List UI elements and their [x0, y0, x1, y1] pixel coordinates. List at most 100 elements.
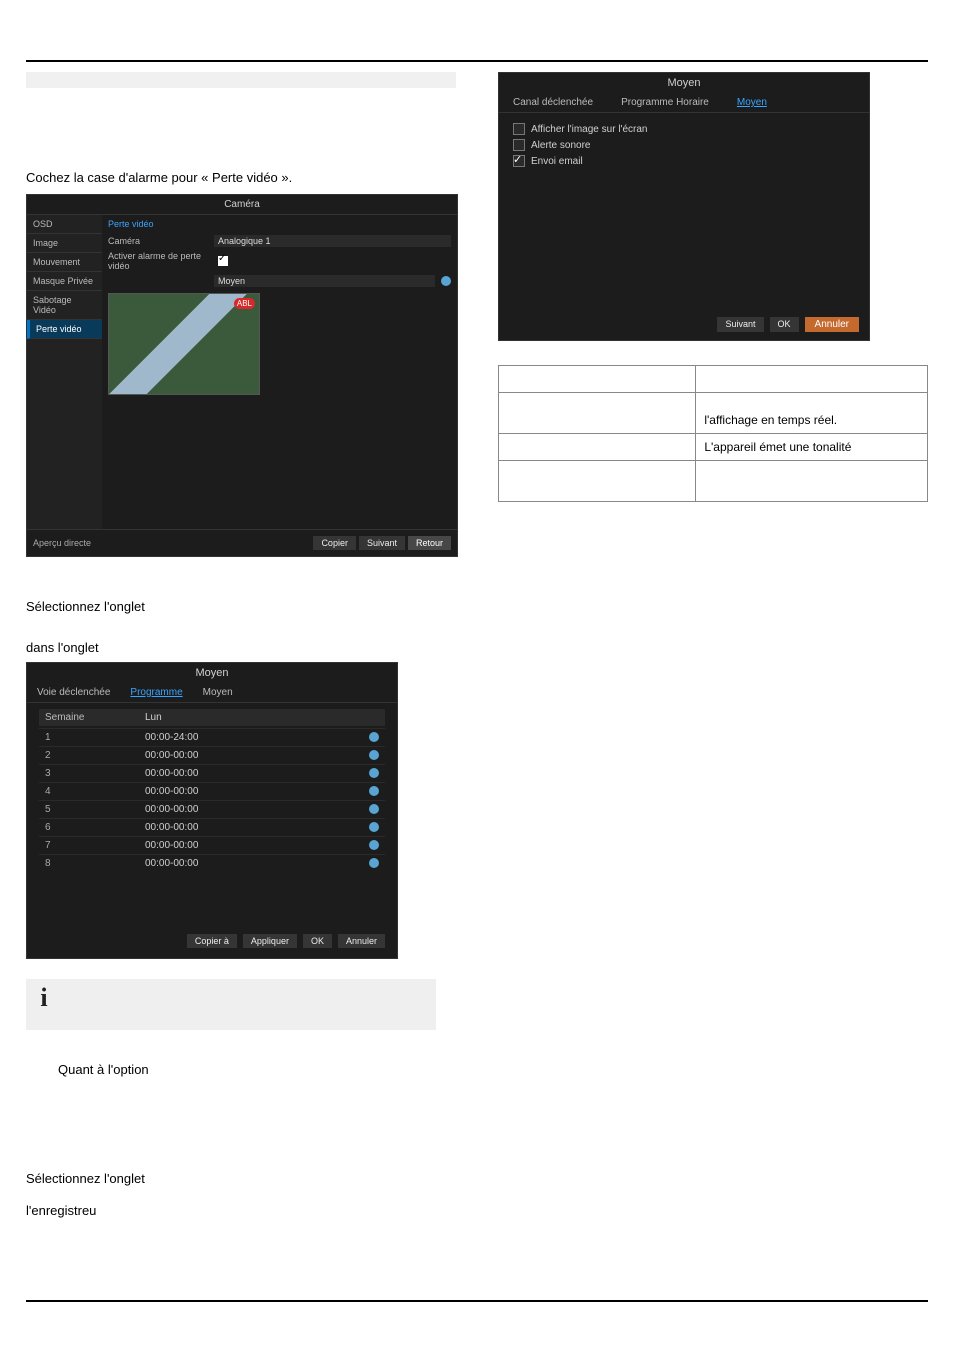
camera-sidebar: OSD Image Mouvement Masque Privée Sabota… — [27, 215, 102, 529]
para-dans: dans l'onglet — [26, 638, 456, 658]
row-index: 3 — [45, 768, 145, 779]
para-cochez: Cochez la case d'alarme pour « Perte vid… — [26, 168, 456, 188]
label-enable-alarm: Activer alarme de perte vidéo — [108, 251, 208, 271]
opt-cell — [499, 461, 696, 502]
checkbox[interactable] — [513, 139, 525, 151]
opt-cell — [499, 393, 696, 434]
schedule-row: 800:00-00:00 — [39, 854, 385, 872]
gear-icon[interactable] — [369, 804, 379, 814]
row-time[interactable]: 00:00-00:00 — [145, 858, 369, 869]
select-camera[interactable]: Analogique 1 — [214, 235, 451, 247]
gear-icon[interactable] — [441, 276, 451, 286]
btn-suivant[interactable]: Suivant — [717, 317, 763, 332]
camera-panel: Caméra OSD Image Mouvement Masque Privée… — [26, 194, 458, 557]
btn-suivant[interactable]: Suivant — [359, 536, 405, 550]
select-day[interactable]: Lun — [145, 712, 379, 723]
schedule-row: 400:00-00:00 — [39, 782, 385, 800]
gear-icon[interactable] — [369, 822, 379, 832]
sidebar-item-mouvement[interactable]: Mouvement — [27, 253, 102, 272]
row-index: 7 — [45, 840, 145, 851]
preview-badge: ABL — [234, 298, 255, 309]
sidebar-item-sabotage[interactable]: Sabotage Vidéo — [27, 291, 102, 320]
tab-voie[interactable]: Voie déclenchée — [27, 683, 120, 702]
schedule-row: 500:00-00:00 — [39, 800, 385, 818]
gear-icon[interactable] — [369, 768, 379, 778]
checkbox[interactable] — [513, 123, 525, 135]
row-index: 4 — [45, 786, 145, 797]
opt-cell-value: L'appareil émet une tonalité — [696, 434, 928, 461]
panel-title: Moyen — [499, 73, 869, 93]
row-time[interactable]: 00:00-24:00 — [145, 732, 369, 743]
tab-programme[interactable]: Programme — [120, 683, 192, 702]
gear-icon[interactable] — [369, 732, 379, 742]
sidebar-item-masque[interactable]: Masque Privée — [27, 272, 102, 291]
row-time[interactable]: 00:00-00:00 — [145, 750, 369, 761]
sidebar-item-perte-video[interactable]: Perte vidéo — [27, 320, 102, 339]
row-time[interactable]: 00:00-00:00 — [145, 786, 369, 797]
video-preview: ABL — [108, 293, 260, 395]
schedule-row: 700:00-00:00 — [39, 836, 385, 854]
tab-moyen[interactable]: Moyen — [193, 683, 243, 702]
moyen-option: Alerte sonore — [513, 137, 855, 153]
moyen-option: Afficher l'image sur l'écran — [513, 121, 855, 137]
sidebar-item-image[interactable]: Image — [27, 234, 102, 253]
schedule-row: 200:00-00:00 — [39, 746, 385, 764]
opt-cell — [499, 434, 696, 461]
schedule-panel: Moyen Voie déclenchée Programme Moyen Se… — [26, 662, 398, 959]
btn-copier-a[interactable]: Copier à — [187, 934, 237, 948]
moyen-panel: Moyen Canal déclenchée Programme Horaire… — [498, 72, 870, 341]
row-time[interactable]: 00:00-00:00 — [145, 822, 369, 833]
moyen-option: Envoi email — [513, 153, 855, 169]
heading-placeholder — [26, 72, 456, 88]
row-time[interactable]: 00:00-00:00 — [145, 840, 369, 851]
para-quant: Quant à l'option — [58, 1060, 456, 1080]
panel-title: Moyen — [27, 663, 397, 683]
btn-appliquer[interactable]: Appliquer — [243, 934, 297, 948]
opt-cell — [499, 366, 696, 393]
row-index: 6 — [45, 822, 145, 833]
opt-cell-value: l'affichage en temps réel. — [696, 393, 928, 434]
btn-retour[interactable]: Retour — [408, 536, 451, 550]
gear-icon[interactable] — [369, 750, 379, 760]
info-icon: i — [40, 983, 47, 1013]
schedule-row: 600:00-00:00 — [39, 818, 385, 836]
row-time[interactable]: 00:00-00:00 — [145, 768, 369, 779]
hdr-semaine: Semaine — [45, 712, 145, 723]
label-camera: Caméra — [108, 236, 208, 246]
breadcrumb: Perte vidéo — [108, 219, 451, 229]
btn-annuler[interactable]: Annuler — [338, 934, 385, 948]
opt-cell — [696, 366, 928, 393]
footer-label: Aperçu directe — [33, 538, 91, 548]
row-index: 1 — [45, 732, 145, 743]
checkbox-enable-alarm[interactable] — [218, 256, 228, 266]
tab-canal[interactable]: Canal déclenchée — [499, 93, 607, 112]
row-index: 8 — [45, 858, 145, 869]
schedule-row: 300:00-00:00 — [39, 764, 385, 782]
option-label: Afficher l'image sur l'écran — [531, 124, 647, 135]
para-selectionnez-2: Sélectionnez l'onglet — [26, 1169, 456, 1189]
sidebar-item-osd[interactable]: OSD — [27, 215, 102, 234]
tab-moyen[interactable]: Moyen — [723, 93, 781, 112]
option-label: Alerte sonore — [531, 140, 590, 151]
btn-annuler[interactable]: Annuler — [805, 317, 859, 332]
note-body — [62, 979, 436, 1030]
row-time[interactable]: 00:00-00:00 — [145, 804, 369, 815]
gear-icon[interactable] — [369, 840, 379, 850]
label-moyen: Moyen — [214, 275, 435, 287]
para-selectionnez-1: Sélectionnez l'onglet — [26, 597, 456, 617]
btn-ok[interactable]: OK — [303, 934, 332, 948]
option-label: Envoi email — [531, 156, 583, 167]
tab-programme-horaire[interactable]: Programme Horaire — [607, 93, 723, 112]
checkbox[interactable] — [513, 155, 525, 167]
opt-cell — [696, 461, 928, 502]
gear-icon[interactable] — [369, 858, 379, 868]
row-index: 2 — [45, 750, 145, 761]
schedule-row: 100:00-24:00 — [39, 728, 385, 746]
options-table: l'affichage en temps réel. L'appareil ém… — [498, 365, 928, 502]
row-index: 5 — [45, 804, 145, 815]
btn-copier[interactable]: Copier — [313, 536, 356, 550]
btn-ok[interactable]: OK — [770, 317, 799, 332]
gear-icon[interactable] — [369, 786, 379, 796]
para-enregistreu: l'enregistreu — [26, 1201, 456, 1221]
note-box: i — [26, 979, 436, 1030]
